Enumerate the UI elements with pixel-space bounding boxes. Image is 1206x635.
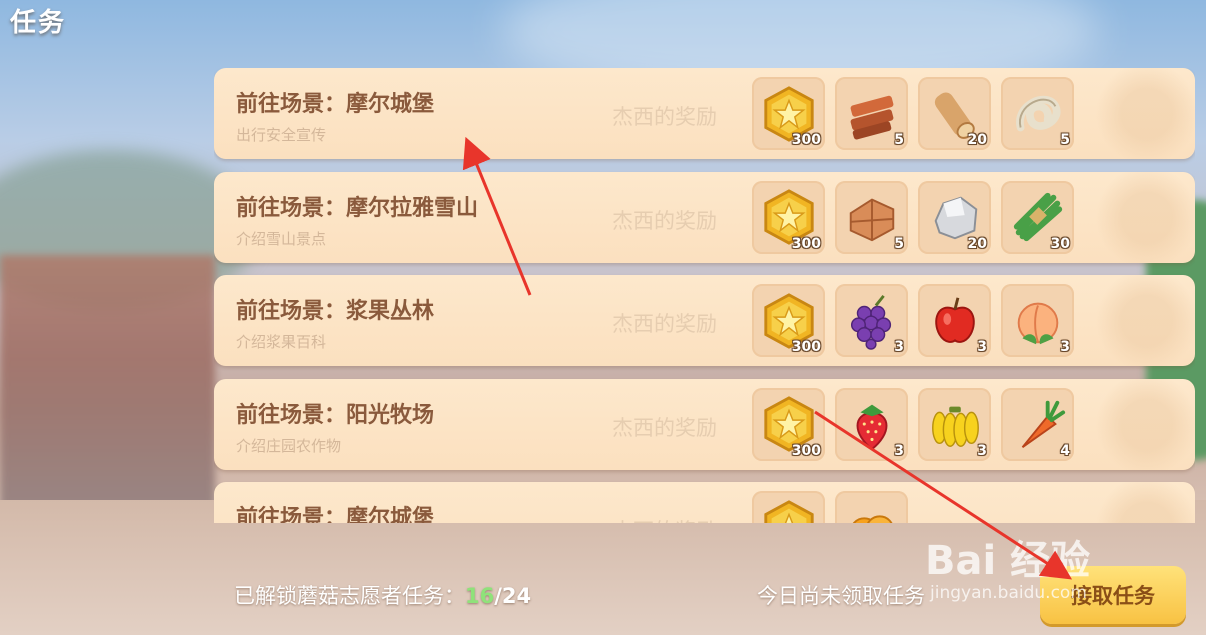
reward-list [752, 491, 908, 523]
reward-slot[interactable]: 300 [752, 180, 825, 254]
reward-count: 300 [791, 442, 821, 459]
task-name: 前往场景：摩尔城堡 [236, 506, 435, 523]
task-description: 介绍浆果百科 [236, 333, 327, 351]
reward-list: 300 3 3 4 [752, 387, 1074, 461]
reward-count: 5 [894, 235, 904, 252]
task-name: 前往场景：摩尔拉雅雪山 [236, 195, 479, 221]
task-card[interactable]: 前往场景：摩尔城堡出行安全宣传 杰西的奖励 300 5 20 5 [214, 68, 1195, 159]
reward-label: 杰西的奖励 [612, 415, 717, 440]
reward-count: 20 [967, 132, 987, 148]
reward-count: 5 [1060, 132, 1070, 148]
background-building [0, 255, 215, 515]
reward-slot[interactable]: 5 [835, 77, 908, 150]
reward-count: 30 [1050, 235, 1070, 252]
reward-count: 300 [791, 132, 821, 148]
reward-count: 3 [977, 339, 987, 355]
wood-planks-icon [843, 85, 901, 143]
reward-label: 杰西的奖励 [612, 515, 717, 523]
reward-count: 3 [977, 442, 987, 459]
reward-slot[interactable]: 3 [918, 284, 991, 357]
reward-count: 20 [967, 235, 987, 252]
reward-slot[interactable]: 20 [918, 77, 991, 150]
reward-slot[interactable] [835, 491, 908, 523]
reward-slot[interactable]: 300 [752, 284, 825, 357]
banana-icon [926, 395, 984, 453]
task-card[interactable]: 前往场景：阳光牧场介绍庄园农作物 杰西的奖励 300 3 3 4 [214, 378, 1195, 470]
title-bar: 任务 [0, 0, 76, 40]
reward-slot[interactable]: 300 [752, 77, 825, 150]
page-title: 任务 [10, 7, 67, 38]
progress-done-count: 16 [465, 584, 495, 608]
progress-total-count: /24 [494, 584, 532, 608]
reward-list: 300 3 3 3 [752, 284, 1074, 357]
reward-slot[interactable]: 3 [918, 387, 991, 461]
reward-count: 3 [894, 442, 904, 459]
daily-status-text: 今日尚未领取任务 [757, 584, 925, 608]
task-card[interactable]: 前往场景：摩尔城堡杰西的奖励 [214, 482, 1195, 523]
reward-slot[interactable]: 3 [1001, 284, 1074, 357]
apple-icon [926, 292, 984, 350]
reward-slot[interactable]: 5 [1001, 77, 1074, 150]
reward-list: 300 5 20 30 [752, 180, 1074, 254]
reward-list: 300 5 20 5 [752, 77, 1074, 150]
rope-icon [1009, 85, 1067, 143]
task-name: 前往场景：摩尔城堡 [236, 92, 435, 117]
task-card[interactable]: 前往场景：摩尔拉雅雪山介绍雪山景点 杰西的奖励 300 5 20 30 [214, 171, 1195, 263]
stone-bricks-icon [843, 188, 901, 246]
task-list[interactable]: 前往场景：摩尔城堡 出行安全宣传 杰西的奖励 300 5 20 5 前往场景：摩尔拉雅雪山 介绍… [214, 68, 1195, 523]
gold-coin-icon [760, 499, 818, 523]
reward-slot[interactable]: 3 [835, 284, 908, 357]
strawberry-icon [843, 395, 901, 453]
reward-slot[interactable]: 300 [752, 387, 825, 461]
orange-fruit-icon [843, 499, 901, 523]
peach-icon [1009, 292, 1067, 350]
reward-slot[interactable]: 4 [1001, 387, 1074, 461]
task-card[interactable]: 前往场景：浆果丛林介绍浆果百科 杰西的奖励 300 3 3 3 [214, 275, 1195, 366]
reward-count: 300 [791, 339, 821, 355]
reward-count: 3 [1060, 339, 1070, 355]
task-description: 出行安全宣传 [236, 126, 327, 144]
reward-slot[interactable]: 30 [1001, 180, 1074, 254]
unlock-progress: 已解锁蘑菇志愿者任务：16/24 [234, 580, 531, 610]
reward-slot[interactable]: 20 [918, 180, 991, 254]
reward-label: 杰西的奖励 [612, 208, 717, 233]
reward-slot[interactable]: 5 [835, 180, 908, 254]
carrot-icon [1009, 395, 1067, 453]
reward-count: 4 [1060, 442, 1070, 459]
reward-label: 杰西的奖励 [612, 312, 717, 336]
reward-count: 3 [894, 339, 904, 355]
grapes-icon [843, 292, 901, 350]
reward-slot[interactable]: 3 [835, 387, 908, 461]
reward-count: 300 [791, 235, 821, 252]
reward-slot[interactable] [752, 491, 825, 523]
task-description: 介绍庄园农作物 [236, 436, 342, 455]
task-name: 前往场景：阳光牧场 [236, 402, 435, 428]
reward-label: 杰西的奖励 [612, 105, 717, 129]
progress-label: 已解锁蘑菇志愿者任务： [234, 584, 465, 608]
task-description: 介绍雪山景点 [236, 229, 327, 248]
task-name: 前往场景：浆果丛林 [236, 299, 435, 324]
claim-task-button[interactable]: 接取任务 [1040, 566, 1186, 624]
reward-count: 5 [894, 132, 904, 148]
